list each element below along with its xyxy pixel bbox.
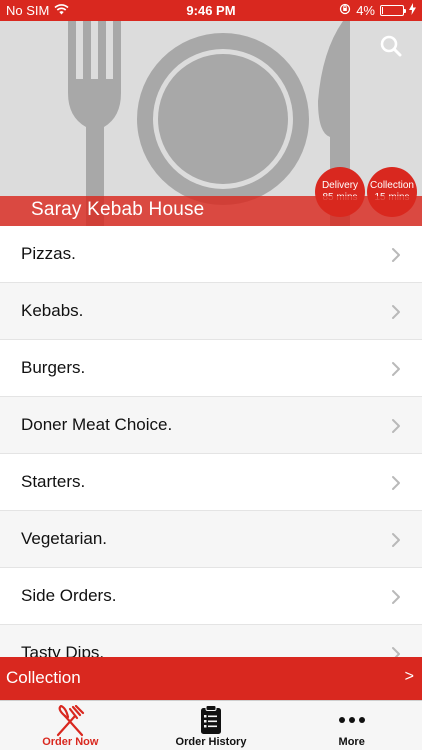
restaurant-hero: Delivery 85 mins Collection 15 mins Sara… <box>0 21 422 226</box>
collection-label: Collection <box>6 668 81 687</box>
status-bar: No SIM 9:46 PM 4% <box>0 0 422 21</box>
chevron-right-icon <box>392 533 400 547</box>
menu-category-item[interactable]: Side Orders. <box>0 568 422 625</box>
clipboard-icon <box>201 705 221 734</box>
collection-badge-title: Collection <box>370 180 414 191</box>
menu-category-item[interactable]: Pizzas. <box>0 226 422 283</box>
chevron-right-icon <box>392 590 400 604</box>
menu-category-item[interactable]: Kebabs. <box>0 283 422 340</box>
fork-knife-icon <box>57 705 85 737</box>
menu-category-list[interactable]: Pizzas. Kebabs. Burgers. Doner Meat Choi… <box>0 226 422 657</box>
tab-order-now[interactable]: Order Now <box>0 701 141 750</box>
menu-category-label: Pizzas. <box>21 244 76 263</box>
menu-category-label: Kebabs. <box>21 301 84 320</box>
more-dots-icon <box>338 717 365 723</box>
menu-category-item[interactable]: Tasty Dips. <box>0 625 422 657</box>
tab-order-now-label: Order Now <box>42 736 99 748</box>
menu-category-label: Doner Meat Choice. <box>21 415 173 434</box>
chevron-right-icon <box>392 248 400 262</box>
menu-category-label: Starters. <box>21 472 86 491</box>
tab-order-history[interactable]: Order History <box>141 701 282 750</box>
menu-category-label: Side Orders. <box>21 586 117 605</box>
collection-arrow: > <box>404 668 414 685</box>
menu-category-item[interactable]: Starters. <box>0 454 422 511</box>
battery-icon <box>380 5 406 16</box>
battery-percent: 4% <box>356 3 375 18</box>
tab-more[interactable]: More <box>281 701 422 750</box>
status-right: 4% <box>339 3 416 18</box>
menu-category-item[interactable]: Doner Meat Choice. <box>0 397 422 454</box>
orientation-lock-icon <box>339 3 351 18</box>
tab-more-label: More <box>338 736 365 748</box>
delivery-badge-title: Delivery <box>321 180 359 191</box>
chevron-right-icon <box>392 362 400 376</box>
menu-category-item[interactable]: Vegetarian. <box>0 511 422 568</box>
charging-icon <box>409 3 416 18</box>
chevron-right-icon <box>392 476 400 490</box>
collection-mode-bar[interactable]: Collection > <box>0 657 422 700</box>
battery-fill <box>382 7 383 14</box>
chevron-right-icon <box>392 419 400 433</box>
chevron-right-icon <box>392 647 400 657</box>
tab-bar: Order Now Order History More <box>0 700 422 750</box>
tab-order-history-label: Order History <box>175 736 247 748</box>
menu-category-item[interactable]: Burgers. <box>0 340 422 397</box>
search-button[interactable] <box>378 33 404 59</box>
menu-category-label: Burgers. <box>21 358 86 377</box>
menu-category-label: Vegetarian. <box>21 529 108 548</box>
menu-category-label: Tasty Dips. <box>21 643 105 657</box>
restaurant-name-bar: Saray Kebab House <box>0 196 422 226</box>
restaurant-name: Saray Kebab House <box>31 199 205 220</box>
chevron-right-icon <box>392 305 400 319</box>
search-icon <box>380 35 402 57</box>
